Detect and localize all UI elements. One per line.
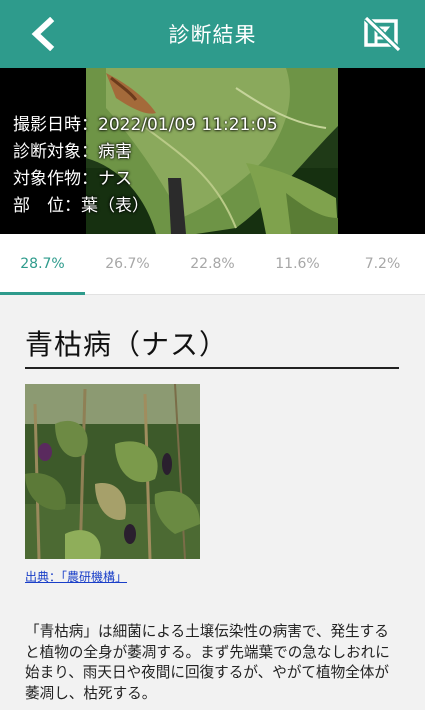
tab-label: 26.7% bbox=[105, 256, 150, 272]
tab-label: 11.6% bbox=[275, 256, 320, 272]
target-crop-label: 対象作物 bbox=[13, 169, 81, 189]
disease-title: 青枯病（ナス） bbox=[25, 323, 399, 369]
plant-part-value: 葉（表） bbox=[81, 196, 149, 216]
diagnosis-target-label: 診断対象 bbox=[13, 142, 81, 162]
shooting-datetime-value: 2022/01/09 11:21:05 bbox=[98, 115, 278, 135]
plant-part-row: 部 位：葉（表） bbox=[13, 193, 278, 220]
page-title: 診断結果 bbox=[168, 23, 257, 47]
shooting-datetime-row: 撮影日時：2022/01/09 11:21:05 bbox=[13, 112, 278, 139]
tab-label: 28.7% bbox=[20, 256, 65, 272]
back-button[interactable] bbox=[28, 16, 60, 52]
disease-reference-photo bbox=[25, 384, 200, 559]
separator: ： bbox=[81, 115, 98, 135]
diagnosis-target-row: 診断対象：病害 bbox=[13, 139, 278, 166]
separator: ： bbox=[64, 196, 81, 216]
photo-metadata: 撮影日時：2022/01/09 11:21:05 診断対象：病害 対象作物：ナス… bbox=[13, 112, 278, 220]
separator: ： bbox=[81, 142, 98, 162]
plant-part-label: 部 位 bbox=[13, 196, 64, 216]
flag-crossed-icon bbox=[363, 15, 402, 53]
tab-result-5[interactable]: 7.2% bbox=[340, 234, 425, 294]
shooting-datetime-label: 撮影日時 bbox=[13, 115, 81, 135]
separator: ： bbox=[81, 169, 98, 189]
report-button[interactable] bbox=[363, 15, 402, 53]
tab-label: 22.8% bbox=[190, 256, 235, 272]
diagnosis-photo-area: 撮影日時：2022/01/09 11:21:05 診断対象：病害 対象作物：ナス… bbox=[0, 68, 425, 234]
target-crop-value: ナス bbox=[98, 169, 132, 189]
tab-result-1[interactable]: 28.7% bbox=[0, 234, 85, 295]
tab-result-2[interactable]: 26.7% bbox=[85, 234, 170, 294]
diagnosis-target-value: 病害 bbox=[98, 142, 132, 162]
target-crop-row: 対象作物：ナス bbox=[13, 166, 278, 193]
source-link[interactable]: 出典：「農研機構」 bbox=[25, 568, 127, 585]
disease-description: 「青枯病」は細菌による土壌伝染性の病害で、発生すると植物の全身が萎凋する。まず先… bbox=[25, 623, 390, 702]
chevron-left-icon bbox=[31, 16, 55, 52]
result-tabs: 28.7% 26.7% 22.8% 11.6% 7.2% bbox=[0, 234, 425, 295]
tab-result-3[interactable]: 22.8% bbox=[170, 234, 255, 294]
tab-label: 7.2% bbox=[364, 256, 401, 272]
result-content[interactable]: 青枯病（ナス） 出典：「農研機構」 「青枯病」は細菌による土壌伝染性の病害で、発… bbox=[0, 295, 425, 710]
app-header: 診断結果 bbox=[0, 0, 425, 68]
tab-result-4[interactable]: 11.6% bbox=[255, 234, 340, 294]
